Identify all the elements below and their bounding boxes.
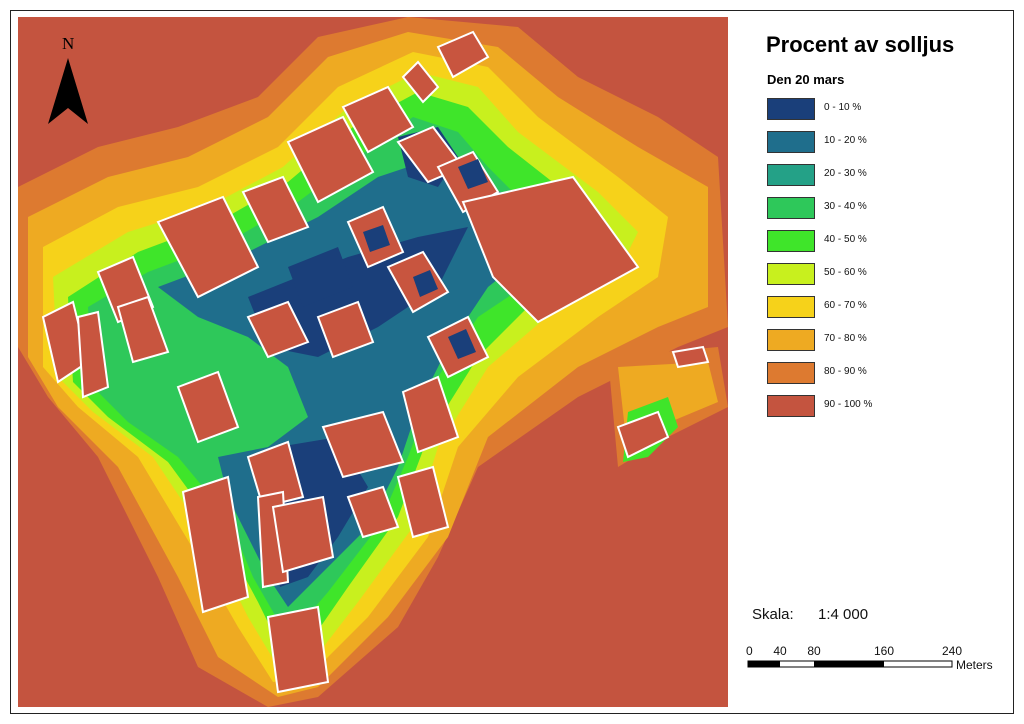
scale-bar: 0 40 80 160 240 Meters (746, 644, 993, 672)
scale-tick-label: 240 (942, 644, 962, 658)
legend-label: 60 - 70 % (824, 300, 867, 311)
legend-swatch (767, 263, 815, 285)
scale-tick-label: 160 (874, 644, 894, 658)
legend-panel: Procent av solljus Den 20 mars 0 - 10 % … (740, 20, 1010, 710)
legend-item: 30 - 40 % (767, 197, 987, 221)
legend-swatch (767, 197, 815, 219)
north-arrow-icon (48, 58, 88, 124)
scale-tick-label: 80 (807, 644, 821, 658)
north-label: N (62, 34, 75, 53)
legend-swatch (767, 395, 815, 417)
legend-swatch (767, 164, 815, 186)
sunlight-map-canvas (18, 17, 728, 707)
legend-label: 80 - 90 % (824, 366, 867, 377)
legend-label: 30 - 40 % (824, 201, 867, 212)
legend-label: 90 - 100 % (824, 399, 873, 410)
legend-label: 50 - 60 % (824, 267, 867, 278)
legend-item: 50 - 60 % (767, 263, 987, 287)
legend-swatch (767, 362, 815, 384)
legend-swatch (767, 131, 815, 153)
building (266, 605, 330, 694)
scale-segment (748, 661, 780, 667)
legend-item: 90 - 100 % (767, 395, 987, 419)
sunlight-map (18, 17, 728, 707)
scale-segment (814, 661, 884, 667)
legend-item: 60 - 70 % (767, 296, 987, 320)
north-arrow: N (44, 34, 92, 126)
scale-tick-label: 40 (773, 644, 787, 658)
legend-label: 10 - 20 % (824, 135, 867, 146)
legend-label: 40 - 50 % (824, 234, 867, 245)
legend-swatch (767, 329, 815, 351)
legend-label: 20 - 30 % (824, 168, 867, 179)
legend-swatch (767, 230, 815, 252)
scale-unit: Meters (956, 658, 993, 672)
legend-item: 40 - 50 % (767, 230, 987, 254)
legend-item: 70 - 80 % (767, 329, 987, 353)
legend-item: 10 - 20 % (767, 131, 987, 155)
legend-swatch (767, 296, 815, 318)
scale-tick-label: 0 (746, 644, 753, 658)
legend-subtitle: Den 20 mars (767, 72, 845, 87)
legend-label: 70 - 80 % (824, 333, 867, 344)
legend-item: 20 - 30 % (767, 164, 987, 188)
scale-ratio: 1:4 000 (818, 606, 869, 623)
legend-swatch (767, 98, 815, 120)
legend-item: 80 - 90 % (767, 362, 987, 386)
scale-label: Skala: (752, 606, 794, 623)
legend-label: 0 - 10 % (824, 102, 862, 113)
legend-title: Procent av solljus (766, 32, 955, 57)
legend-item: 0 - 10 % (767, 98, 987, 122)
